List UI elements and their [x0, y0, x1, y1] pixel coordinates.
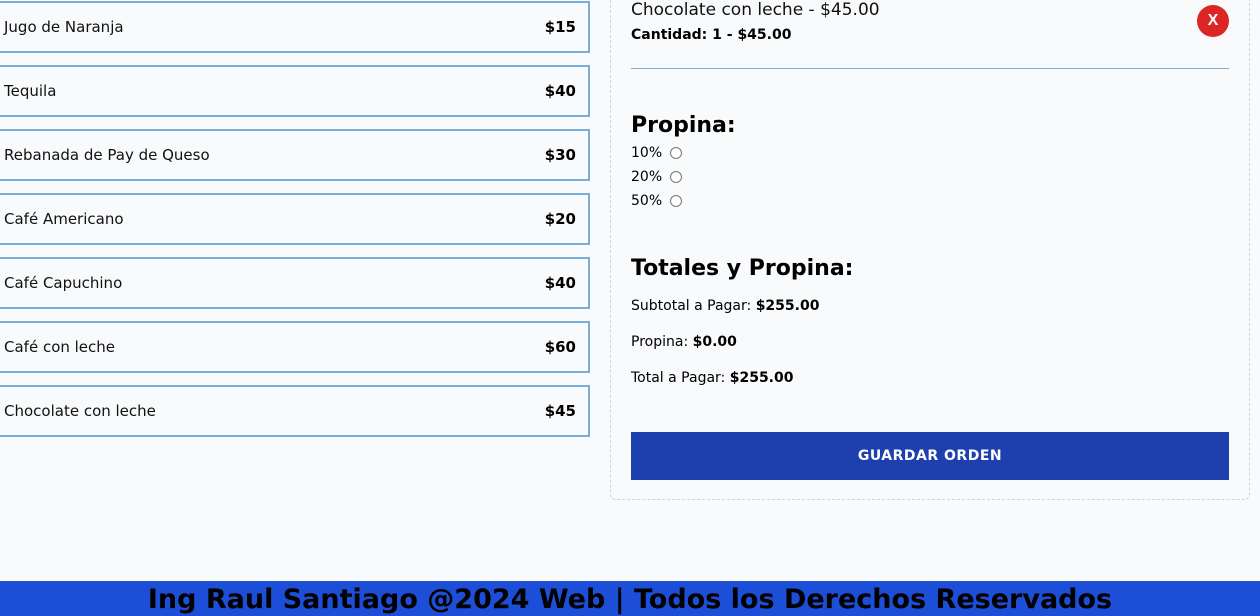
menu-item-price: $40 — [544, 82, 576, 100]
tip-radio-10[interactable] — [670, 147, 683, 159]
menu-item-price: $20 — [544, 210, 576, 228]
tip-heading: Propina: — [631, 113, 736, 138]
page: Jugo de Naranja $15 Tequila $40 Rebanada… — [0, 0, 1260, 616]
menu-item[interactable]: Café Capuchino $40 — [0, 257, 590, 309]
footer-text: Ing Raul Santiago @2024 Web | Todos los … — [147, 584, 1113, 615]
menu-item-name: Tequila — [4, 82, 57, 100]
menu-item-price: $45 — [544, 402, 576, 420]
remove-item-button[interactable]: X — [1197, 5, 1229, 37]
order-item-quantity: Cantidad: 1 - $45.00 — [631, 27, 792, 43]
totals-heading: Totales y Propina: — [631, 256, 854, 281]
tip-line: Propina: $0.00 — [631, 324, 853, 360]
tip-radio-20[interactable] — [670, 171, 683, 183]
save-order-button[interactable]: GUARDAR ORDEN — [631, 432, 1229, 480]
tip-section: Propina: 10% 20% 50% — [631, 111, 736, 213]
menu-item-name: Rebanada de Pay de Queso — [4, 146, 210, 164]
tip-option-20[interactable]: 20% — [631, 165, 736, 189]
tip-value: $0.00 — [692, 334, 737, 350]
menu-item[interactable]: Jugo de Naranja $15 — [0, 1, 590, 53]
menu-item-price: $40 — [544, 274, 576, 292]
totals-section: Totales y Propina: Subtotal a Pagar: $25… — [631, 254, 853, 396]
tip-radio-50[interactable] — [670, 195, 683, 207]
menu-item-price: $15 — [544, 18, 576, 36]
tip-label: Propina: — [631, 334, 689, 350]
footer: Ing Raul Santiago @2024 Web | Todos los … — [0, 581, 1260, 616]
total-line: Total a Pagar: $255.00 — [631, 360, 853, 396]
menu-item[interactable]: Chocolate con leche $45 — [0, 385, 590, 437]
menu-item-name: Café Americano — [4, 210, 124, 228]
menu-item-price: $30 — [544, 146, 576, 164]
tip-option-label: 50% — [631, 193, 663, 209]
menu-item[interactable]: Café Americano $20 — [0, 193, 590, 245]
subtotal-value: $255.00 — [755, 298, 820, 314]
tip-option-50[interactable]: 50% — [631, 189, 736, 213]
subtotal-line: Subtotal a Pagar: $255.00 — [631, 288, 853, 324]
order-item: Chocolate con leche - $45.00 Cantidad: 1… — [631, 0, 1229, 69]
menu-item[interactable]: Rebanada de Pay de Queso $30 — [0, 129, 590, 181]
tip-option-label: 20% — [631, 169, 663, 185]
menu-list: Jugo de Naranja $15 Tequila $40 Rebanada… — [0, 1, 590, 449]
tip-option-10[interactable]: 10% — [631, 141, 736, 165]
order-summary-panel — [610, 0, 1250, 500]
menu-item-price: $60 — [544, 338, 576, 356]
menu-item-name: Chocolate con leche — [4, 402, 156, 420]
subtotal-label: Subtotal a Pagar: — [631, 298, 752, 314]
menu-item-name: Café Capuchino — [4, 274, 123, 292]
menu-item-name: Café con leche — [4, 338, 116, 356]
tip-option-label: 10% — [631, 145, 663, 161]
menu-item[interactable]: Café con leche $60 — [0, 321, 590, 373]
order-item-title: Chocolate con leche - $45.00 — [631, 0, 880, 20]
total-value: $255.00 — [729, 370, 794, 386]
total-label: Total a Pagar: — [631, 370, 726, 386]
menu-item[interactable]: Tequila $40 — [0, 65, 590, 117]
menu-item-name: Jugo de Naranja — [4, 18, 124, 36]
